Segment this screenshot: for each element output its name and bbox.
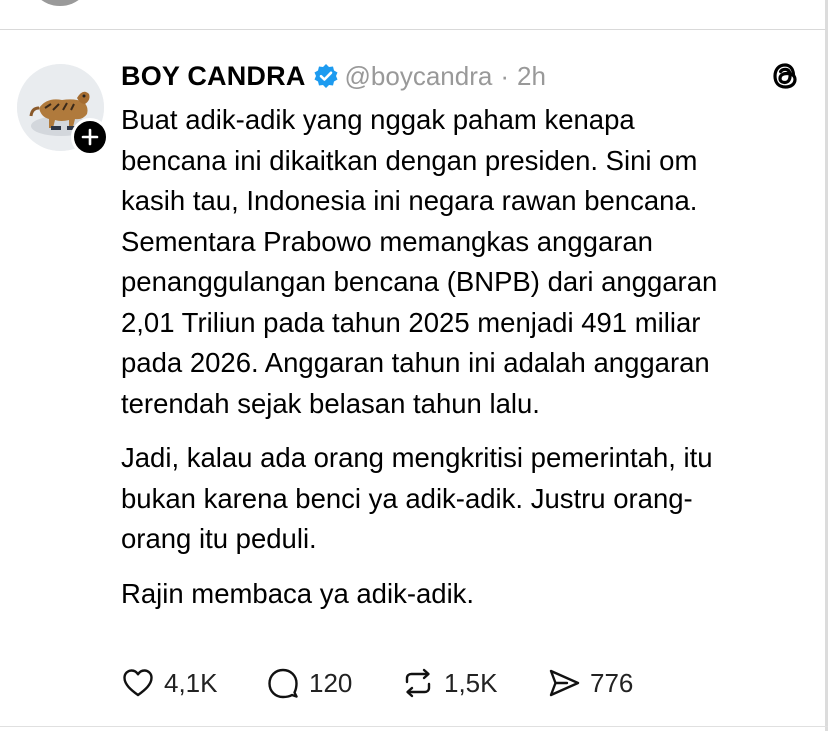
follow-button[interactable] [71, 118, 109, 156]
post-paragraph-2: Jadi, kalau ada orang mengkritisi pemeri… [121, 442, 713, 554]
separator-dot: · [500, 60, 509, 91]
post-divider-bottom [0, 726, 828, 727]
reply-count: 120 [309, 667, 353, 698]
plus-icon [81, 128, 99, 146]
post-header: BOY CANDRA @boycandra · 2h [121, 58, 546, 94]
like-count: 4,1K [164, 667, 218, 698]
repost-icon [405, 668, 431, 698]
reply-button[interactable]: 120 [266, 666, 401, 700]
post-paragraph-3: Rajin membaca ya adik-adik. [121, 577, 475, 609]
post-timestamp[interactable]: 2h [517, 61, 546, 92]
share-count: 776 [590, 667, 634, 698]
post-body: Buat adik-adik yang nggak paham kenapa b… [121, 100, 801, 614]
heart-icon [123, 669, 153, 697]
previous-post-avatar[interactable] [28, 0, 92, 6]
speech-bubble-icon [268, 668, 298, 699]
share-button[interactable]: 776 [547, 666, 633, 700]
repost-count: 1,5K [444, 667, 498, 698]
post-paragraph-1: Buat adik-adik yang nggak paham kenapa b… [121, 104, 718, 419]
repost-button[interactable]: 1,5K [401, 666, 547, 700]
like-button[interactable]: 4,1K [121, 666, 266, 700]
post-divider [0, 29, 828, 30]
author-name[interactable]: BOY CANDRA [121, 61, 306, 92]
send-icon [549, 669, 580, 697]
verified-badge-icon [313, 63, 339, 89]
action-bar: 4,1K 120 1,5K 776 [121, 663, 633, 703]
author-handle[interactable]: @boycandra [345, 61, 493, 92]
threads-logo-icon[interactable] [766, 57, 804, 95]
